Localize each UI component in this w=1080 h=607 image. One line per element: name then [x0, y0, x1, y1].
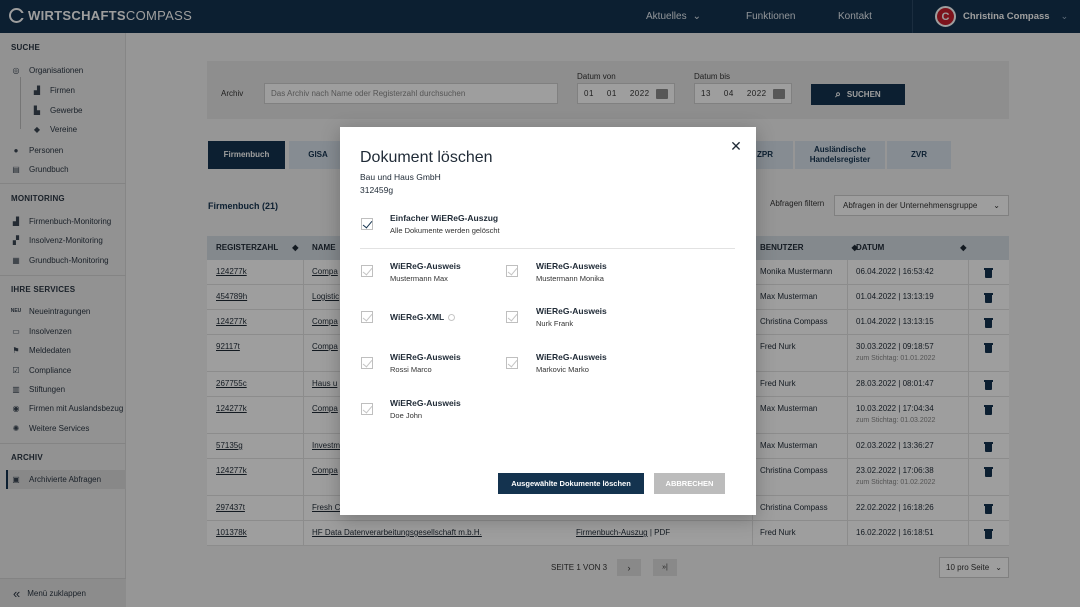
delete-document-dialog: ✕ Dokument löschen Bau und Haus GmbH 312…: [340, 127, 756, 515]
checkbox-option[interactable]: [506, 357, 518, 369]
option-subtitle: Markovic Marko: [536, 365, 589, 374]
close-icon[interactable]: ✕: [729, 139, 743, 153]
option-title: WiEReG-Ausweis: [536, 352, 607, 362]
dialog-company: Bau und Haus GmbH: [360, 172, 441, 182]
option-title: WiEReG-Ausweis: [390, 261, 461, 271]
dialog-divider: [360, 248, 735, 249]
checkbox-option[interactable]: [361, 403, 373, 415]
option-title-text: WiEReG-XML: [390, 312, 445, 322]
delete-selected-button[interactable]: Ausgewählte Dokumente löschen: [498, 473, 644, 494]
checkbox-option[interactable]: [361, 357, 373, 369]
info-icon[interactable]: [448, 314, 456, 322]
cancel-button[interactable]: ABBRECHEN: [654, 473, 725, 494]
option-subtitle: Nurk Frank: [536, 319, 574, 328]
checkbox-option[interactable]: [506, 311, 518, 323]
option-title: WiEReG-Ausweis: [390, 398, 461, 408]
option-subtitle: Mustermann Monika: [536, 274, 604, 283]
option-title: WiEReG-Ausweis: [536, 261, 607, 271]
checkbox-option[interactable]: [361, 265, 373, 277]
option-title: WiEReG-Ausweis: [536, 306, 607, 316]
main-option-subtitle: Alle Dokumente werden gelöscht: [390, 226, 500, 235]
option-title: WiEReG-XML: [390, 312, 456, 322]
option-subtitle: Doe John: [390, 411, 423, 420]
option-title: WiEReG-Ausweis: [390, 352, 461, 362]
dialog-title: Dokument löschen: [360, 149, 493, 166]
option-subtitle: Mustermann Max: [390, 274, 448, 283]
checkbox-option[interactable]: [506, 265, 518, 277]
option-subtitle: Rossi Marco: [390, 365, 432, 374]
checkbox-main-option[interactable]: [361, 218, 373, 230]
checkbox-option[interactable]: [361, 311, 373, 323]
main-option-title: Einfacher WiEReG-Auszug: [390, 213, 499, 223]
dialog-regnr: 312459g: [360, 185, 394, 195]
